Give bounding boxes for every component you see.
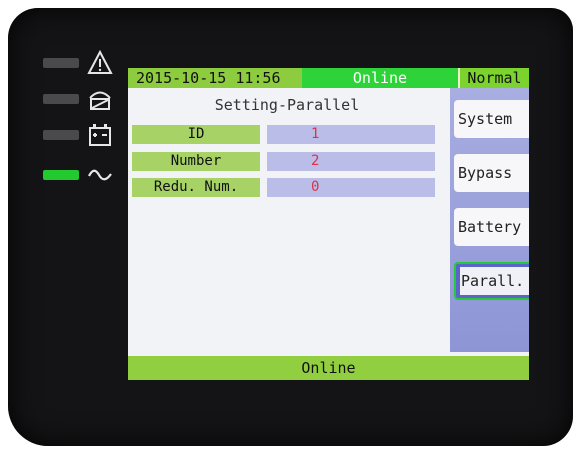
inverter-led xyxy=(43,170,79,180)
bypass-icon xyxy=(89,91,111,110)
sidebar-item-system[interactable]: System xyxy=(454,100,529,138)
setting-label: Number xyxy=(132,152,260,171)
online-status: Online xyxy=(302,68,458,88)
setting-label: Redu. Num. xyxy=(132,178,260,197)
inverter-indicator xyxy=(43,162,123,188)
battery-indicator xyxy=(43,122,123,148)
page-title: Setting-Parallel xyxy=(214,96,360,114)
datetime-display: 2015-10-15 11:56 xyxy=(128,68,302,88)
setting-value[interactable]: 1 xyxy=(267,125,435,144)
sine-wave-icon xyxy=(88,169,112,181)
bypass-led xyxy=(43,94,79,104)
mode-status: Normal xyxy=(458,68,529,88)
setting-label: ID xyxy=(132,125,260,144)
setting-value[interactable]: 2 xyxy=(267,152,435,171)
settings-sidebar: System Bypass Battery Parall. xyxy=(450,88,529,352)
sidebar-item-label: Parall. xyxy=(460,267,529,295)
status-header: 2015-10-15 11:56 Online Normal xyxy=(128,68,529,88)
footer-status: Online xyxy=(128,356,529,380)
setting-value[interactable]: 0 xyxy=(267,178,435,197)
fault-led xyxy=(43,58,79,68)
battery-led xyxy=(43,130,79,140)
sidebar-item-battery[interactable]: Battery xyxy=(454,208,529,246)
battery-icon xyxy=(89,124,111,146)
warning-icon xyxy=(87,50,113,74)
lcd-screen: 2015-10-15 11:56 Online Normal Setting-P… xyxy=(128,68,529,380)
fault-indicator xyxy=(43,50,123,76)
sidebar-item-parallel[interactable]: Parall. xyxy=(454,262,529,300)
bypass-indicator xyxy=(43,86,123,112)
sidebar-item-bypass[interactable]: Bypass xyxy=(454,154,529,192)
